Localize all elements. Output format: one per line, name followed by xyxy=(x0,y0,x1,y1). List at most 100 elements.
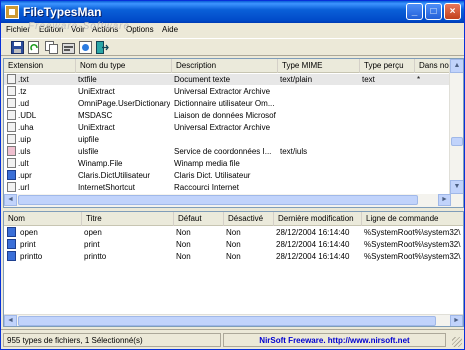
scroll-left-button[interactable]: ◄ xyxy=(4,315,17,326)
cell-extension: .ud xyxy=(18,99,30,108)
table-row[interactable]: .txt txtfile Document texte text/plain text * xyxy=(4,74,451,85)
cell-mime-type xyxy=(280,98,358,109)
cell-command-line: %SystemRoot%\system32\ xyxy=(364,252,461,261)
cell-in-new xyxy=(417,98,447,109)
cell-action-title: print xyxy=(84,240,100,249)
scroll-down-button[interactable]: ▼ xyxy=(450,180,463,194)
cell-extension: .uip xyxy=(18,135,31,144)
cell-description: Claris Dict. Utilisateur xyxy=(174,171,251,180)
cell-mime-type xyxy=(280,170,358,181)
file-type-icon xyxy=(7,146,16,156)
resize-grip[interactable] xyxy=(452,337,462,347)
col-command-line[interactable]: Ligne de commande xyxy=(362,212,463,226)
cell-description: Service de coordonnées I... xyxy=(174,147,272,156)
cell-last-modified: 28/12/2004 16:14:40 xyxy=(276,240,350,249)
cell-in-new xyxy=(417,182,447,193)
maximize-button[interactable]: □ xyxy=(425,3,442,20)
col-extension[interactable]: Extension xyxy=(4,59,76,73)
hscroll-thumb[interactable] xyxy=(18,195,418,205)
col-default[interactable]: Défaut xyxy=(174,212,224,226)
file-types-hscrollbar[interactable]: ◄ ► xyxy=(4,194,451,207)
cell-description: Dictionnaire utilisateur Om... xyxy=(174,99,275,108)
col-action-title[interactable]: Titre xyxy=(82,212,174,226)
menu-options[interactable]: Options xyxy=(126,25,154,34)
status-bar: 955 types de fichiers, 1 Sélectionné(s) … xyxy=(1,329,464,349)
action-icon xyxy=(7,227,16,237)
cell-extension: .txt xyxy=(18,75,29,84)
action-icon xyxy=(7,239,16,249)
html-report-icon[interactable] xyxy=(79,41,92,54)
cell-last-modified: 28/12/2004 16:14:40 xyxy=(276,252,350,261)
cell-type-name: ulsfile xyxy=(78,147,99,156)
table-row[interactable]: .tz UniExtract Universal Extractor Archive xyxy=(4,86,451,97)
col-mime-type[interactable]: Type MIME xyxy=(278,59,360,73)
table-row[interactable]: open open Non Non 28/12/2004 16:14:40 %System… xyxy=(4,227,463,238)
cell-action-name: open xyxy=(20,228,38,237)
toolbar xyxy=(1,38,464,56)
cell-type-name: MSDASC xyxy=(78,111,113,120)
scroll-right-button[interactable]: ► xyxy=(450,315,463,326)
col-type-name[interactable]: Nom du type xyxy=(76,59,172,73)
cell-disabled: Non xyxy=(226,252,241,261)
cell-type-name: Claris.DictUtilisateur xyxy=(78,171,151,180)
scroll-thumb[interactable] xyxy=(451,137,463,146)
actions-list[interactable]: Nom Titre Défaut Désactivé Dernière modi… xyxy=(3,211,464,327)
table-row[interactable]: .UDL MSDASC Liaison de données Microsoft xyxy=(4,110,451,121)
table-row[interactable]: print print Non Non 28/12/2004 16:14:40 %Syst… xyxy=(4,239,463,250)
table-row[interactable]: .uha UniExtract Universal Extractor Archiv… xyxy=(4,122,451,133)
actions-hscrollbar[interactable]: ◄ ► xyxy=(4,314,463,326)
cell-default: Non xyxy=(176,252,191,261)
file-type-icon xyxy=(7,86,16,96)
file-type-icon xyxy=(7,182,16,192)
table-row[interactable]: .ud OmniPage.UserDictionary Dictionnaire u… xyxy=(4,98,451,109)
menu-aide[interactable]: Aide xyxy=(162,25,178,34)
scroll-left-button[interactable]: ◄ xyxy=(4,194,17,206)
col-disabled[interactable]: Désactivé xyxy=(224,212,274,226)
cell-in-new xyxy=(417,86,447,97)
cell-action-title: printto xyxy=(84,252,107,261)
cell-description: Document texte xyxy=(174,75,231,84)
cell-mime-type: text/plain xyxy=(280,75,313,84)
table-row[interactable]: .url InternetShortcut Raccourci Internet xyxy=(4,182,451,193)
table-row[interactable]: .ult Winamp.File Winamp media file xyxy=(4,158,451,169)
col-in-new[interactable]: Dans nouve xyxy=(415,59,451,73)
file-types-list[interactable]: Extension Nom du type Description Type M… xyxy=(3,58,464,208)
table-row[interactable]: .uls ulsfile Service de coordonnées I... te… xyxy=(4,146,451,157)
hscroll-thumb[interactable] xyxy=(18,316,436,326)
nirsoft-link[interactable]: NirSoft Freeware. http://www.nirsoft.net xyxy=(223,333,446,347)
cell-extension: .ult xyxy=(18,159,29,168)
cell-description: Winamp media file xyxy=(174,159,240,168)
cell-default: Non xyxy=(176,228,191,237)
cell-action-name: printto xyxy=(20,252,43,261)
save-icon[interactable] xyxy=(11,41,24,54)
table-row[interactable]: .uip uipfile xyxy=(4,134,451,145)
file-types-vscrollbar[interactable]: ▲ ▼ xyxy=(449,59,463,207)
properties-icon[interactable] xyxy=(62,41,75,54)
scroll-right-button[interactable]: ► xyxy=(438,194,451,206)
close-button[interactable]: × xyxy=(444,3,461,20)
title-bar[interactable]: FileTypesMan _ □ × xyxy=(1,1,464,23)
cell-in-new xyxy=(417,110,447,121)
scroll-up-button[interactable]: ▲ xyxy=(450,59,463,73)
file-type-icon xyxy=(7,170,16,180)
cell-perceived-type xyxy=(362,98,412,109)
exit-icon[interactable] xyxy=(96,41,109,54)
cell-perceived-type xyxy=(362,86,412,97)
cell-mime-type xyxy=(280,122,358,133)
minimize-button[interactable]: _ xyxy=(406,3,423,20)
col-perceived-type[interactable]: Type perçu xyxy=(360,59,415,73)
cell-in-new xyxy=(417,170,447,181)
refresh-icon[interactable] xyxy=(28,41,41,54)
file-type-icon xyxy=(7,110,16,120)
cell-extension: .url xyxy=(18,183,30,192)
cell-mime-type xyxy=(280,86,358,97)
col-description[interactable]: Description xyxy=(172,59,278,73)
table-row[interactable]: .upr Claris.DictUtilisateur Claris Dict. U… xyxy=(4,170,451,181)
table-row[interactable]: printto printto Non Non 28/12/2004 16:14:40%… xyxy=(4,251,463,262)
cell-mime-type xyxy=(280,158,358,169)
col-action-name[interactable]: Nom xyxy=(4,212,82,226)
copy-icon[interactable] xyxy=(45,41,58,54)
menu-fichier[interactable]: Fichier xyxy=(6,25,30,34)
col-last-modified[interactable]: Dernière modification xyxy=(274,212,362,226)
action-icon xyxy=(7,251,16,261)
